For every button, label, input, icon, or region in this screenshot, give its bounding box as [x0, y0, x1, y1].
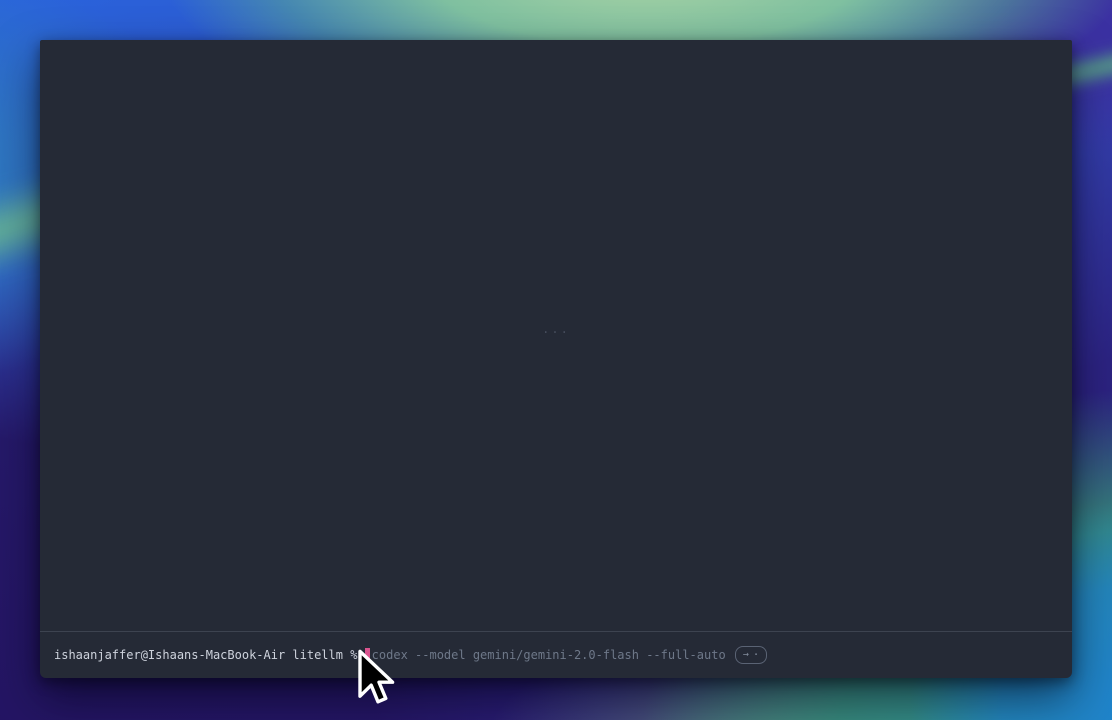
terminal-window[interactable]: ... ishaanjaffer@Ishaans-MacBook-Air lit…	[40, 40, 1072, 678]
autosuggestion-text: codex --model gemini/gemini-2.0-flash --…	[372, 649, 726, 661]
shell-prompt-label: ishaanjaffer@Ishaans-MacBook-Air litellm…	[54, 649, 365, 661]
accept-suggestion-hint: → ·	[735, 646, 768, 664]
text-cursor	[365, 648, 370, 663]
right-arrow-icon: →	[743, 648, 749, 661]
terminal-output-area[interactable]: ...	[40, 40, 1072, 631]
prompt-bar[interactable]: ishaanjaffer@Ishaans-MacBook-Air litellm…	[40, 632, 1072, 678]
dot-icon: ·	[753, 650, 760, 660]
loading-ellipsis: ...	[40, 322, 1072, 336]
